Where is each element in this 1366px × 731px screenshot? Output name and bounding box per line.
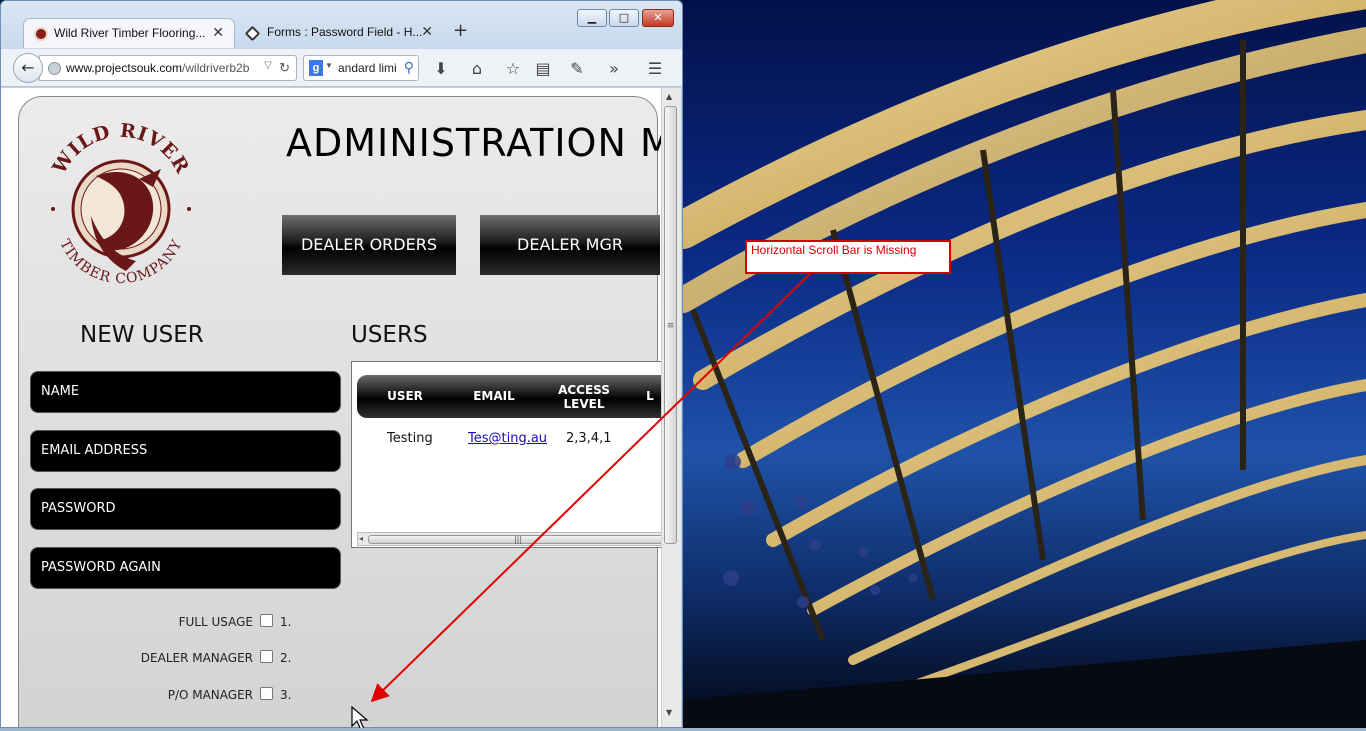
annotation-arrow <box>370 265 819 703</box>
annotation-callout: Horizontal Scroll Bar is Missing <box>745 240 951 274</box>
